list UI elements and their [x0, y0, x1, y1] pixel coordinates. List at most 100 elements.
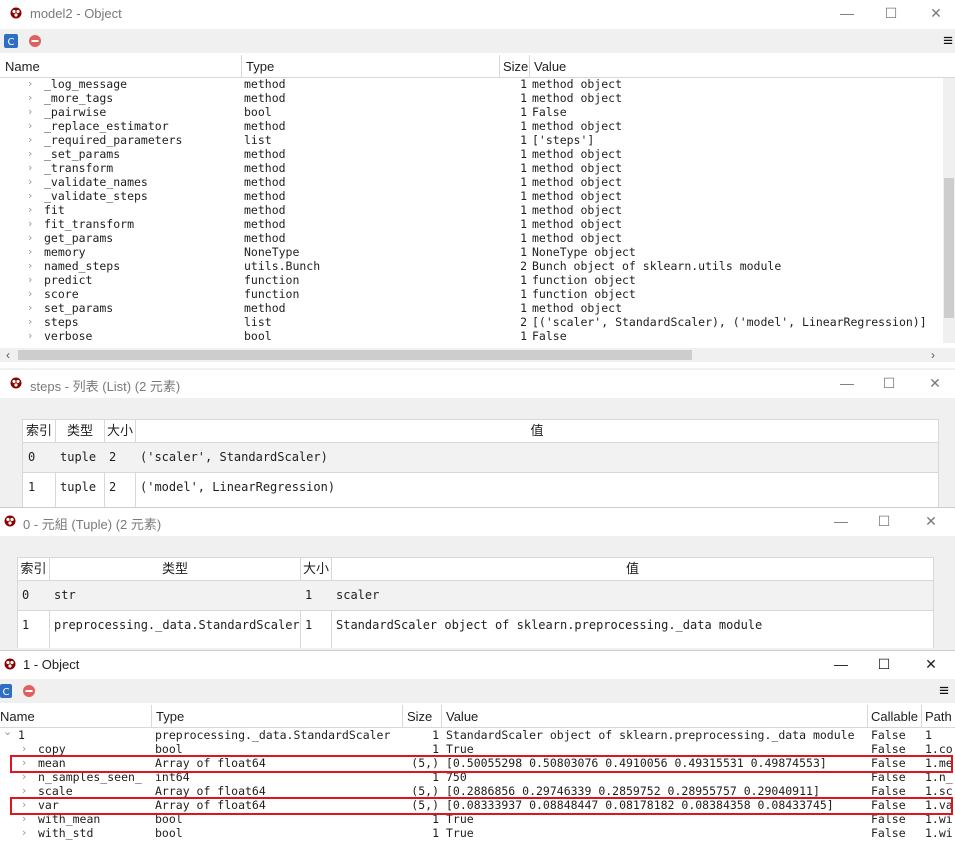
title-bar[interactable]: model2 - Object — ☐ ✕: [0, 0, 955, 28]
table-row[interactable]: › _pairwise bool 1 False: [0, 105, 940, 119]
title-bar[interactable]: 0 - 元組 (Tuple) (2 元素) — ☐ ✕: [0, 508, 955, 536]
table-row[interactable]: › score function 1 function object: [0, 287, 940, 301]
title-bar[interactable]: steps - 列表 (List) (2 元素) — ☐ ✕: [0, 370, 955, 398]
column-callable[interactable]: Callable: [871, 709, 918, 724]
chevron-right-icon[interactable]: ›: [28, 287, 32, 301]
chevron-right-icon[interactable]: ›: [28, 119, 32, 133]
column-divider[interactable]: [241, 55, 242, 77]
table-row[interactable]: › scale Array of float64 (5,) [0.2886856 0.2…: [0, 784, 955, 798]
class-icon[interactable]: C: [4, 34, 18, 48]
column-type[interactable]: Type: [246, 59, 274, 74]
table-row[interactable]: 1 preprocessing._data.StandardScaler 1 S…: [18, 610, 933, 640]
title-bar[interactable]: 1 - Object — ☐ ✕: [0, 651, 955, 679]
table-row[interactable]: › predict function 1 function object: [0, 273, 940, 287]
minimize-button[interactable]: —: [830, 654, 852, 674]
chevron-right-icon[interactable]: ›: [28, 147, 32, 161]
chevron-right-icon[interactable]: ›: [22, 784, 26, 798]
maximize-button[interactable]: ☐: [873, 511, 895, 531]
table-row[interactable]: › fit_transform method 1 method object: [0, 217, 940, 231]
table-row[interactable]: › _validate_names method 1 method object: [0, 175, 940, 189]
expanded-chevron-icon[interactable]: ⌄: [3, 725, 12, 739]
table-row[interactable]: › copy bool 1 True False 1.co: [0, 742, 955, 756]
close-button[interactable]: ✕: [920, 511, 942, 531]
column-name[interactable]: Name: [0, 709, 35, 724]
column-divider[interactable]: [867, 705, 868, 727]
column-value[interactable]: Value: [534, 59, 566, 74]
table-row[interactable]: › steps list 2 [('scaler', StandardScaler), …: [0, 315, 940, 329]
table-row[interactable]: › _replace_estimator method 1 method object: [0, 119, 940, 133]
column-divider[interactable]: [921, 705, 922, 727]
chevron-right-icon[interactable]: ›: [28, 259, 32, 273]
scroll-right-icon[interactable]: ›: [931, 348, 935, 362]
minimize-button[interactable]: —: [836, 373, 858, 393]
column-name[interactable]: Name: [5, 59, 40, 74]
remove-icon[interactable]: [28, 34, 42, 48]
maximize-button[interactable]: ☐: [873, 654, 895, 674]
column-value[interactable]: 值: [332, 558, 933, 580]
table-row[interactable]: › get_params method 1 method object: [0, 231, 940, 245]
class-icon[interactable]: C: [0, 684, 14, 698]
scrollbar-thumb[interactable]: [18, 350, 692, 360]
chevron-right-icon[interactable]: ›: [22, 742, 26, 756]
chevron-right-icon[interactable]: ›: [28, 91, 32, 105]
column-size[interactable]: 大小: [301, 558, 331, 580]
minimize-button[interactable]: —: [830, 511, 852, 531]
options-menu-icon[interactable]: ≡: [943, 32, 953, 50]
chevron-right-icon[interactable]: ›: [28, 329, 32, 343]
table-row[interactable]: › _validate_steps method 1 method object: [0, 189, 940, 203]
table-row[interactable]: › _required_parameters list 1 ['steps']: [0, 133, 940, 147]
column-index[interactable]: 索引: [18, 558, 49, 580]
table-row[interactable]: 0 str 1 scaler: [18, 580, 933, 610]
column-type[interactable]: Type: [156, 709, 184, 724]
close-button[interactable]: ✕: [924, 373, 946, 393]
column-path[interactable]: Path: [925, 709, 952, 724]
chevron-right-icon[interactable]: ›: [28, 273, 32, 287]
column-divider[interactable]: [151, 705, 152, 727]
chevron-right-icon[interactable]: ›: [28, 77, 32, 91]
close-button[interactable]: ✕: [925, 3, 947, 23]
column-divider[interactable]: [402, 705, 403, 727]
options-menu-icon[interactable]: ≡: [939, 682, 949, 700]
remove-icon[interactable]: [22, 684, 36, 698]
table-row[interactable]: 0 tuple 2 ('scaler', StandardScaler): [23, 442, 938, 472]
chevron-right-icon[interactable]: ›: [28, 245, 32, 259]
chevron-right-icon[interactable]: ›: [28, 175, 32, 189]
table-row[interactable]: › _log_message method 1 method object: [0, 77, 940, 91]
scrollbar-thumb[interactable]: [944, 178, 954, 318]
column-type[interactable]: 类型: [50, 558, 300, 580]
minimize-button[interactable]: —: [836, 3, 858, 23]
chevron-right-icon[interactable]: ›: [28, 217, 32, 231]
column-index[interactable]: 索引: [23, 420, 55, 442]
column-divider[interactable]: [441, 705, 442, 727]
column-divider[interactable]: [499, 55, 500, 77]
tree-root-row[interactable]: ⌄ 1 preprocessing._data.StandardScaler 1…: [0, 725, 955, 742]
close-button[interactable]: ✕: [920, 654, 942, 674]
maximize-button[interactable]: ☐: [880, 3, 902, 23]
chevron-right-icon[interactable]: ›: [28, 203, 32, 217]
column-size[interactable]: 大小: [105, 420, 135, 442]
table-row[interactable]: › _set_params method 1 method object: [0, 147, 940, 161]
scroll-left-icon[interactable]: ‹: [6, 348, 10, 362]
table-row[interactable]: › memory NoneType 1 NoneType object: [0, 245, 940, 259]
table-row[interactable]: › verbose bool 1 False: [0, 329, 940, 343]
chevron-right-icon[interactable]: ›: [28, 315, 32, 329]
column-value[interactable]: 值: [136, 420, 938, 442]
column-divider[interactable]: [529, 55, 530, 77]
chevron-right-icon[interactable]: ›: [28, 133, 32, 147]
chevron-right-icon[interactable]: ›: [28, 161, 32, 175]
table-row[interactable]: › named_steps utils.Bunch 2 Bunch object of …: [0, 259, 940, 273]
horizontal-scrollbar[interactable]: ‹ ›: [0, 348, 955, 362]
table-row[interactable]: › set_params method 1 method object: [0, 301, 940, 315]
maximize-button[interactable]: ☐: [878, 373, 900, 393]
column-type[interactable]: 类型: [56, 420, 104, 442]
chevron-right-icon[interactable]: ›: [22, 826, 26, 840]
chevron-right-icon[interactable]: ›: [28, 301, 32, 315]
table-row[interactable]: › with_std bool 1 True False 1.wi: [0, 826, 955, 840]
chevron-right-icon[interactable]: ›: [28, 105, 32, 119]
chevron-right-icon[interactable]: ›: [28, 231, 32, 245]
table-row[interactable]: › _transform method 1 method object: [0, 161, 940, 175]
chevron-right-icon[interactable]: ›: [28, 189, 32, 203]
column-value[interactable]: Value: [446, 709, 478, 724]
table-row[interactable]: › _more_tags method 1 method object: [0, 91, 940, 105]
column-size[interactable]: Size: [503, 59, 528, 74]
